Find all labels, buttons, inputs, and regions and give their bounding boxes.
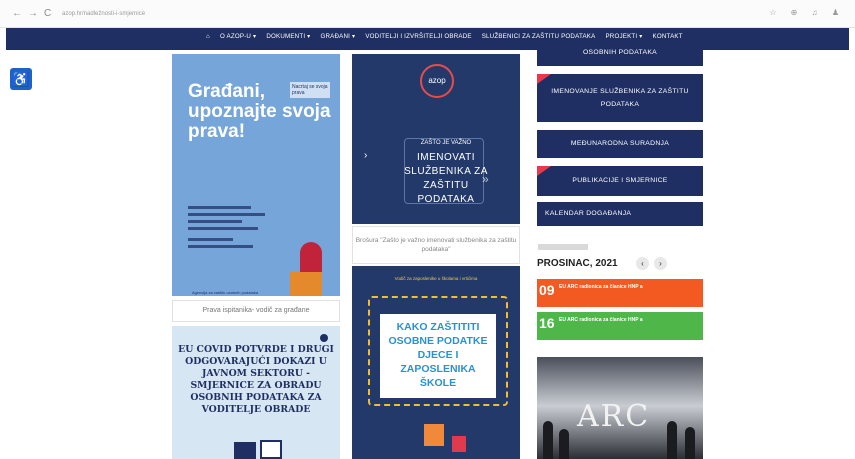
dpo-brochure-banner[interactable]: azop › ZAŠTO JE VAŽNO IMENOVATI SLUŽBENI… [352,54,520,224]
podium-illustration [290,272,322,296]
accessibility-icon[interactable]: ♿ [10,68,32,90]
arc-project-photo[interactable]: ARC [537,357,703,459]
browser-toolbar: ← → C azop.hr/nadležnosti-i-smjernice ☆ … [0,0,855,28]
books-illustration [452,436,466,452]
calendar-event[interactable]: 16 EU ARC radionica za članice HNP a [537,312,703,340]
calendar-event[interactable]: 09 EU ARC radionica za članice HNP a [537,279,703,307]
nav-item-sluzbenici[interactable]: SLUŽBENICI ZA ZAŠTITU PODATAKA [482,33,596,40]
event-title: EU ARC radionica za članice HNP a [559,317,643,323]
banner-subtitle: ZAŠTO JE VAŽNO [420,140,472,146]
main-navigation: ⌂ O AZOP-U ▾ DOKUMENTI ▾ GRAĐANI ▾ VODIT… [6,28,849,50]
banner-tag: Nacrtaj se svoja prava [290,82,330,98]
chevron-right-icon: › [364,150,368,161]
browser-actions-icons[interactable]: ☆ ⊕ ♫ ♟ [769,8,845,17]
home-icon[interactable]: ⌂ [206,33,210,40]
nav-item-kontakt[interactable]: KONTAKT [653,33,683,40]
dpo-brochure-caption[interactable]: Brošura "Zašto je važno imenovati službe… [352,226,520,264]
address-bar[interactable]: azop.hr/nadležnosti-i-smjernice [62,8,362,20]
nav-item-dokumenti[interactable]: DOKUMENTI ▾ [266,33,310,40]
chevron-left-icon[interactable]: ‹ [636,257,649,270]
banner-text-lines [188,206,278,252]
eu-covid-guidelines-banner[interactable]: EU COVID POTVRDE I DRUGI ODGOVARAJUĆI DO… [172,326,340,459]
sidebar-button-medunarodna[interactable]: MEĐUNARODNA SURADNJA [537,130,703,158]
rights-guide-banner[interactable]: Građani, upoznajte svoja prava! Nacrtaj … [172,54,340,296]
nav-item-voditelji[interactable]: VODITELJI I IZVRŠITELJI OBRADE [365,33,471,40]
banner-title: IMENOVATI SLUŽBENIKA ZA ZAŠTITU PODATAKA [404,152,488,205]
double-chevron-icon: » [482,172,489,186]
button-label: IMENOVANJE SLUŽBENIKA ZA ZAŠTITU PODATAK… [551,88,689,108]
banner-header: Vodič za zaposlenike u školama i vrtićim… [394,276,478,281]
sidebar-button-osobnih-podataka[interactable]: OSOBNIH PODATAKA [537,40,703,66]
event-day: 16 [539,315,555,331]
banner-content: KAKO ZAŠTITITI OSOBNE PODATKE DJECE I ZA… [380,314,496,398]
books-illustration [424,424,444,446]
person-silhouette [667,421,677,459]
nav-item-o-azopu[interactable]: O AZOP-U ▾ [220,33,256,40]
forward-icon[interactable]: → [28,8,38,19]
person-silhouette [559,429,569,459]
rights-guide-caption[interactable]: Prava ispitanika- vodič za građane [172,300,340,322]
qr-code-icon [260,440,282,459]
chevron-right-icon[interactable]: › [654,257,667,270]
arc-logo-text: ARC [577,399,651,434]
sidebar-button-publikacije[interactable]: PUBLIKACIJE I SMJERNICE [537,166,703,196]
sidebar-button-imenovanje[interactable]: IMENOVANJE SLUŽBENIKA ZA ZAŠTITU PODATAK… [537,74,703,122]
school-guide-banner[interactable]: Vodič za zaposlenike u školama i vrtićim… [352,266,520,459]
banner-footer: Agencija za zaštitu osobnih podataka [192,290,259,295]
person-silhouette [543,421,553,459]
button-label: PUBLIKACIJE I SMJERNICE [572,177,668,184]
back-icon[interactable]: ← [12,8,22,19]
calendar-header-bar [538,244,588,250]
decorative-corner [537,166,551,176]
nav-item-gradani[interactable]: GRAĐANI ▾ [320,33,355,40]
reload-icon[interactable]: C [44,8,51,19]
event-title: EU ARC radionica za članice HNP a [559,284,643,290]
decorative-dot-icon [320,334,328,342]
covid-guidelines-title: EU COVID POTVRDE I DRUGI ODGOVARAJUĆI DO… [178,344,334,415]
event-day: 09 [539,282,555,298]
azop-logo: azop [420,64,454,98]
nav-item-projekti[interactable]: PROJEKTI ▾ [605,33,642,40]
sidebar-button-kalendar[interactable]: KALENDAR DOGAĐANJA [537,202,703,226]
decorative-corner [537,74,551,84]
person-silhouette [685,427,695,459]
qr-code-icon [234,442,256,459]
school-guide-title: KAKO ZAŠTITITI OSOBNE PODATKE DJECE I ZA… [388,321,488,389]
calendar-month: PROSINAC, 2021 [537,258,618,269]
